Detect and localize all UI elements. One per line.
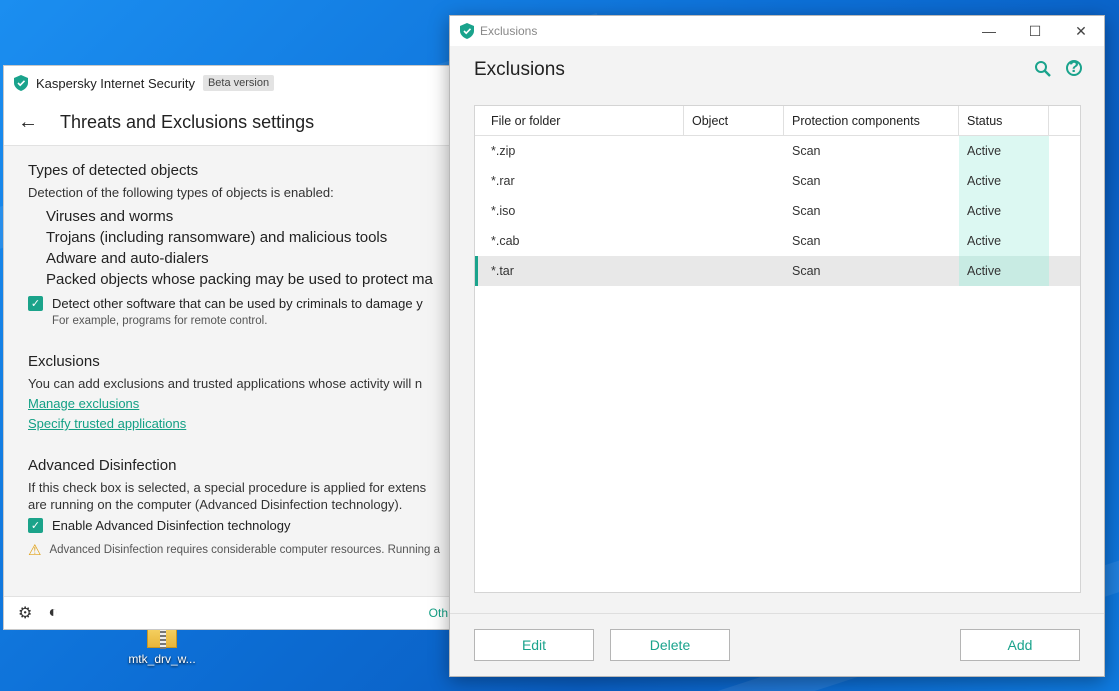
settings-body: Types of detected objects Detection of t… [4,146,452,596]
detect-other-software-label: Detect other software that can be used b… [52,296,423,311]
cell-components: Scan [792,264,821,278]
kaspersky-shield-icon [460,23,474,39]
cell-status[interactable]: Active [959,166,1049,196]
table-row-selected[interactable]: *.tar Scan Active [475,256,1080,286]
exclusions-section-title: Exclusions [28,353,100,370]
table-row[interactable]: *.cab Scan Active [475,226,1080,256]
cell-file: *.cab [491,234,520,248]
types-section-desc: Detection of the following types of obje… [28,185,334,200]
main-window-footer: ⚙ ◐ Oth [4,596,452,629]
table-row[interactable]: *.zip Scan Active [475,136,1080,166]
exclusions-titlebar[interactable]: Exclusions — ☐ ✕ [450,16,1104,46]
gear-icon[interactable]: ⚙ [18,603,32,623]
cell-components: Scan [792,144,821,158]
dialog-footer: Edit Delete Add [450,613,1104,676]
list-item: Packed objects whose packing may be used… [46,271,433,288]
search-icon[interactable] [1034,60,1052,83]
header-actions: ? [1034,59,1082,83]
detected-types-list: Viruses and worms Trojans (including ran… [28,206,452,290]
checkbox-checked-icon[interactable]: ✓ [28,518,43,533]
exclusions-header: Exclusions ? [450,46,1104,94]
cell-status[interactable]: Active [959,196,1049,226]
support-icon[interactable]: ◐ [48,604,58,622]
add-button[interactable]: Add [960,629,1080,661]
list-item: Viruses and worms [46,208,174,225]
exclusions-table: File or folder Object Protection compone… [474,105,1081,593]
app-title: Kaspersky Internet Security [36,75,195,91]
table-header: File or folder Object Protection compone… [475,106,1080,136]
beta-badge: Beta version [202,75,275,91]
minimize-icon[interactable]: — [966,16,1012,46]
specify-trusted-apps-link[interactable]: Specify trusted applications [28,416,452,431]
disinfection-desc-line2: are running on the computer (Advanced Di… [28,497,403,512]
cell-status[interactable]: Active [959,136,1049,166]
page-title: Threats and Exclusions settings [60,112,315,132]
disinfection-warning-text: Advanced Disinfection requires considera… [49,544,441,556]
column-header-filler [1049,106,1080,135]
cell-status[interactable]: Active [959,226,1049,256]
window-title: Exclusions [480,24,538,38]
desktop-file-icon[interactable]: mtk_drv_w... [124,626,200,666]
list-item: Trojans (including ransomware) and malic… [46,229,388,246]
cell-status[interactable]: Active [959,256,1049,286]
cell-file: *.zip [491,144,516,158]
detect-other-software-checkbox-row[interactable]: ✓ Detect other software that can be used… [28,296,452,311]
disinfection-warning: ⚠ Advanced Disinfection requires conside… [28,541,452,559]
cell-components: Scan [792,204,821,218]
close-icon[interactable]: ✕ [1058,16,1104,46]
cell-file: *.iso [491,204,516,218]
edit-button[interactable]: Edit [474,629,594,661]
table-row[interactable]: *.iso Scan Active [475,196,1080,226]
advanced-disinfection-label: Enable Advanced Disinfection technology [52,518,291,533]
cell-object [684,256,784,286]
disinfection-section-title: Advanced Disinfection [28,457,177,474]
exclusions-section-desc: You can add exclusions and trusted appli… [28,376,423,391]
help-icon[interactable]: ? [1066,59,1082,76]
dialog-heading: Exclusions [474,59,565,80]
cell-file: *.rar [491,174,515,188]
back-arrow-icon[interactable]: ← [18,111,48,134]
manage-exclusions-link[interactable]: Manage exclusions [28,396,452,411]
window-controls: — ☐ ✕ [966,16,1104,46]
column-header-components[interactable]: Protection components [784,106,959,135]
cell-components: Scan [792,174,821,188]
cell-components: Scan [792,234,821,248]
cell-object [684,166,784,196]
cell-object [684,136,784,166]
checkbox-checked-icon[interactable]: ✓ [28,296,43,311]
detect-other-software-note: For example, programs for remote control… [52,315,268,327]
desktop-file-label: mtk_drv_w... [128,652,196,666]
column-header-object[interactable]: Object [684,106,784,135]
table-row[interactable]: *.rar Scan Active [475,166,1080,196]
column-header-status[interactable]: Status [959,106,1049,135]
cell-object [684,196,784,226]
cell-file: *.tar [491,264,514,278]
list-item: Adware and auto-dialers [46,250,209,267]
other-link[interactable]: Oth [429,606,448,620]
column-header-file[interactable]: File or folder [475,106,684,135]
kaspersky-main-window: Kaspersky Internet Security Beta version… [3,65,453,630]
exclusions-dialog: Exclusions — ☐ ✕ Exclusions ? File or fo… [449,15,1105,677]
advanced-disinfection-checkbox-row[interactable]: ✓ Enable Advanced Disinfection technolog… [28,518,452,533]
maximize-icon[interactable]: ☐ [1012,16,1058,46]
cell-object [684,226,784,256]
disinfection-desc-line1: If this check box is selected, a special… [28,480,427,495]
main-window-titlebar[interactable]: Kaspersky Internet Security Beta version [4,66,452,100]
types-section-title: Types of detected objects [28,162,199,179]
warning-icon: ⚠ [28,542,42,559]
settings-header: ← Threats and Exclusions settings [4,100,452,146]
kaspersky-shield-icon [14,75,28,91]
delete-button[interactable]: Delete [610,629,730,661]
